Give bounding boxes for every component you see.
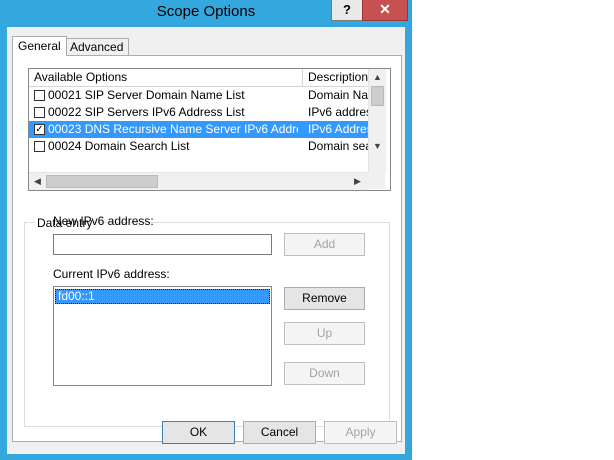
list-header: Available Options Description	[29, 69, 390, 87]
option-description: IPv6 addres	[308, 105, 368, 119]
scroll-up-arrow-icon[interactable]: ▲	[369, 69, 386, 86]
ok-button[interactable]: OK	[162, 421, 235, 444]
option-checkbox[interactable]	[34, 141, 45, 152]
scroll-down-arrow-icon[interactable]: ▼	[369, 138, 386, 155]
current-ipv6-address-label: Current IPv6 address:	[53, 267, 170, 281]
option-name: 00024 Domain Search List	[48, 139, 190, 153]
option-description: Domain Nar	[308, 88, 368, 102]
vertical-scroll-thumb[interactable]	[371, 86, 384, 106]
cancel-button[interactable]: Cancel	[243, 421, 316, 444]
close-button[interactable]: ✕	[362, 0, 408, 21]
title-bar[interactable]: Scope Options ? ✕	[0, 0, 412, 26]
scope-options-dialog: Scope Options ? ✕ General Advanced Avail…	[0, 0, 412, 460]
tab-general[interactable]: General	[12, 36, 67, 56]
column-header-description[interactable]: Description	[303, 69, 369, 87]
option-name: 00023 DNS Recursive Name Server IPv6 Add…	[48, 122, 298, 136]
option-description: IPv6 Addres	[308, 122, 368, 136]
option-description: Domain sea	[308, 139, 368, 153]
up-button[interactable]: Up	[284, 322, 365, 345]
current-ipv6-address-list[interactable]: fd00::1	[53, 286, 272, 386]
vertical-scrollbar[interactable]: ▲ ▼	[368, 69, 386, 172]
option-checkbox[interactable]	[34, 107, 45, 118]
tab-advanced[interactable]: Advanced	[64, 38, 130, 56]
scroll-left-arrow-icon[interactable]: ◀	[29, 173, 46, 190]
option-checkbox-checked[interactable]: ✓	[34, 124, 45, 135]
option-name: 00022 SIP Servers IPv6 Address List	[48, 105, 245, 119]
horizontal-scroll-thumb[interactable]	[46, 175, 158, 188]
available-options-list[interactable]: Available Options Description 00021 SIP …	[28, 68, 391, 191]
new-ipv6-address-label: New IPv6 address:	[53, 214, 154, 228]
list-item[interactable]: 00021 SIP Server Domain Name List Domain…	[29, 87, 368, 104]
dialog-client-area: General Advanced Available Options Descr…	[7, 27, 405, 454]
scrollbar-corner	[368, 172, 385, 189]
new-ipv6-address-input[interactable]	[53, 234, 272, 255]
remove-button[interactable]: Remove	[284, 287, 365, 310]
down-button[interactable]: Down	[284, 362, 365, 385]
list-item[interactable]: 00022 SIP Servers IPv6 Address List IPv6…	[29, 104, 368, 121]
option-checkbox[interactable]	[34, 90, 45, 101]
horizontal-scrollbar[interactable]: ◀ ▶	[29, 172, 368, 190]
help-button[interactable]: ?	[331, 0, 363, 21]
list-item[interactable]: fd00::1	[55, 289, 270, 304]
add-button[interactable]: Add	[284, 233, 365, 256]
scroll-right-arrow-icon[interactable]: ▶	[349, 173, 366, 190]
list-item[interactable]: ✓ 00023 DNS Recursive Name Server IPv6 A…	[29, 121, 368, 138]
list-item[interactable]: 00024 Domain Search List Domain sea	[29, 138, 368, 155]
option-name: 00021 SIP Server Domain Name List	[48, 88, 245, 102]
column-header-available-options[interactable]: Available Options	[29, 69, 303, 87]
apply-button[interactable]: Apply	[324, 421, 397, 444]
